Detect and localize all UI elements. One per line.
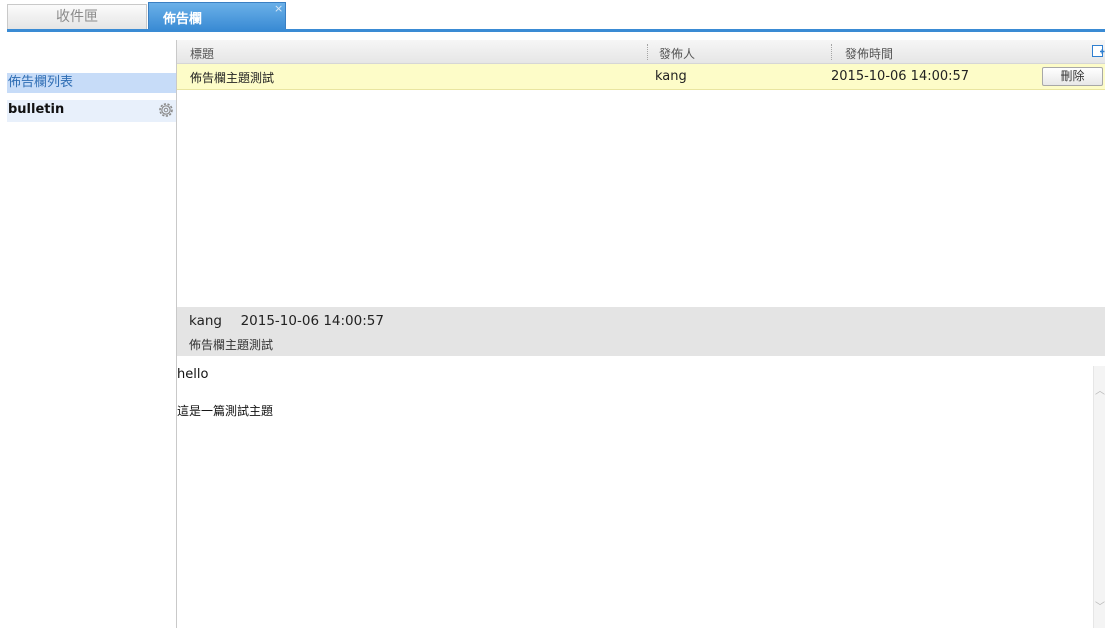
row-time: 2015-10-06 14:00:57 — [831, 69, 970, 84]
body-line: 這是一篇測試主題 — [177, 404, 274, 418]
detail-time: 2015-10-06 14:00:57 — [240, 313, 384, 329]
tab-bar: 收件匣 佈告欄 × — [0, 0, 1105, 32]
close-icon[interactable]: × — [274, 2, 283, 15]
sidebar-item-label: 佈告欄列表 — [8, 75, 74, 90]
sidebar: 佈告欄列表 bulletin — [0, 32, 176, 628]
row-title: 佈告欄主題測試 — [190, 71, 275, 85]
sidebar-item-bulletin[interactable]: bulletin — [7, 100, 176, 122]
add-icon[interactable] — [1092, 45, 1105, 58]
scroll-up-icon[interactable]: ︿ — [1095, 382, 1105, 397]
column-header-title[interactable]: 標題 — [190, 45, 214, 62]
sidebar-item-label: bulletin — [8, 102, 65, 117]
gear-icon[interactable] — [158, 102, 174, 118]
column-header-time[interactable]: 發佈時間 — [845, 45, 893, 62]
body-line: hello — [177, 367, 209, 382]
column-separator[interactable] — [831, 44, 833, 60]
tab-bulletin-label: 佈告欄 — [163, 12, 203, 27]
detail-scrollbar[interactable]: ︿ ﹀ — [1093, 366, 1105, 628]
scroll-down-icon[interactable]: ﹀ — [1095, 598, 1105, 613]
table-row[interactable]: 佈告欄主題測試 kang 2015-10-06 14:00:57 刪除 — [177, 64, 1105, 90]
column-header-author[interactable]: 發佈人 — [659, 45, 695, 62]
tab-inbox-label: 收件匣 — [56, 9, 98, 25]
delete-button[interactable]: 刪除 — [1042, 67, 1103, 86]
detail-header: kang 2015-10-06 14:00:57 佈告欄主題測試 — [177, 307, 1105, 356]
sidebar-item-bulletin-list[interactable]: 佈告欄列表 — [7, 73, 176, 93]
detail-author: kang — [189, 313, 222, 329]
detail-title: 佈告欄主題測試 — [189, 338, 274, 352]
detail-meta: kang 2015-10-06 14:00:57 — [189, 313, 384, 329]
detail-body: hello 這是一篇測試主題 — [177, 365, 1089, 628]
tab-bulletin[interactable]: 佈告欄 × — [148, 2, 286, 30]
column-separator[interactable] — [647, 44, 649, 60]
tab-inbox[interactable]: 收件匣 — [7, 4, 147, 30]
row-author: kang — [655, 69, 687, 84]
grid-header: 標題 發佈人 發佈時間 — [177, 40, 1105, 64]
